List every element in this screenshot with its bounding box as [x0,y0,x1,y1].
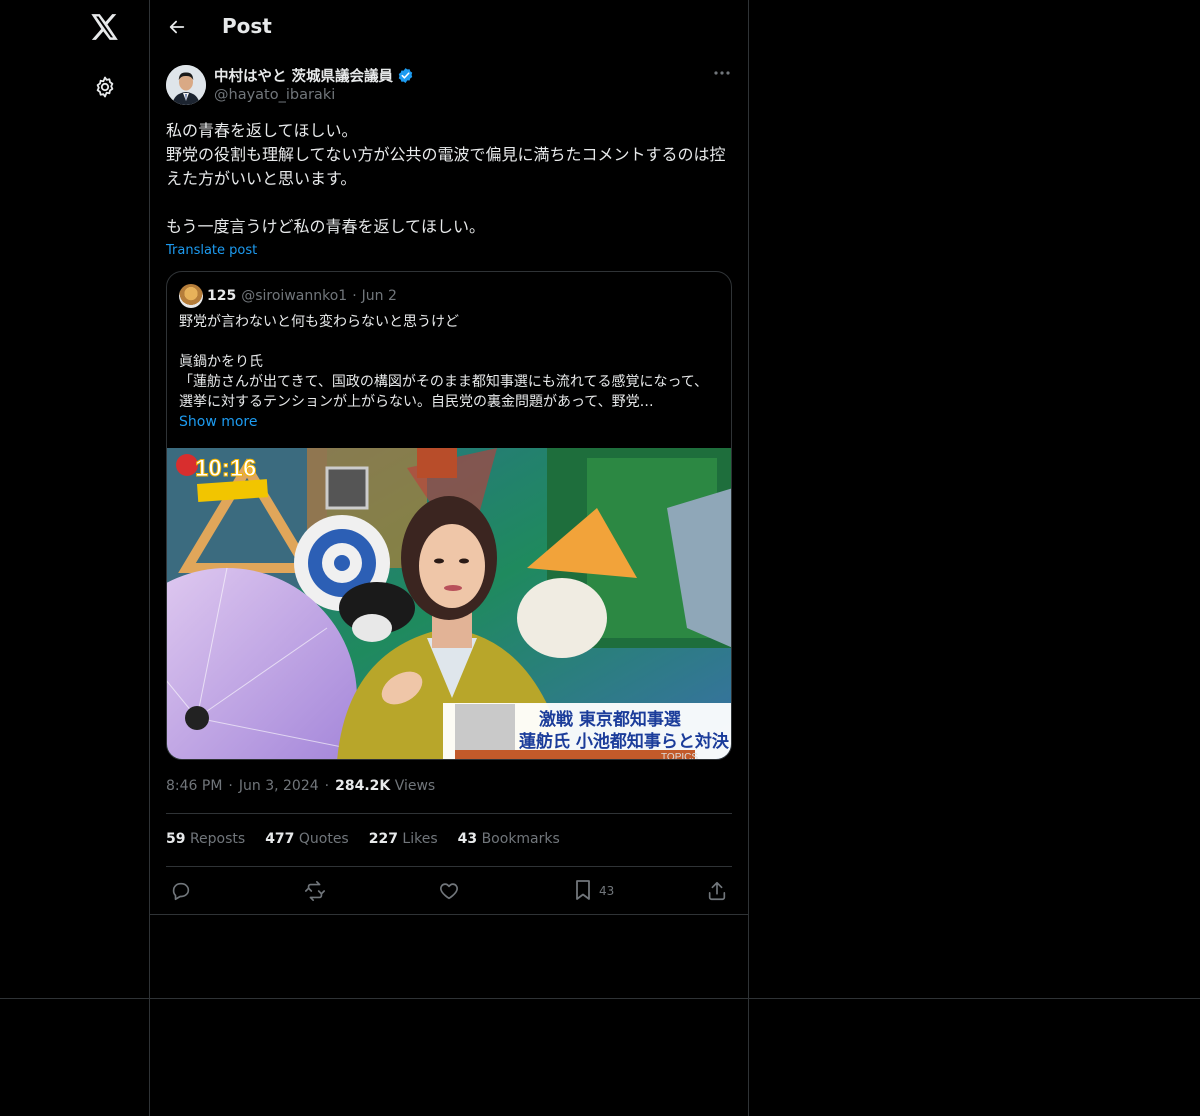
media-caption-line2: 蓮舫氏 小池都知事らと対決 [519,731,730,752]
x-logo-icon[interactable] [88,10,122,44]
show-more-link[interactable]: Show more [179,414,258,430]
reposts-count: 59 [166,831,186,847]
quoted-date[interactable]: Jun 2 [362,288,397,304]
views-count: 284.2K [335,778,391,794]
reposts-label: Reposts [189,831,246,847]
repost-icon[interactable] [303,878,327,904]
views: 284.2K Views [335,778,435,794]
share-icon[interactable] [706,878,728,904]
divider [166,866,732,867]
meta-separator: · [228,778,233,794]
quoted-media-image[interactable]: 10:16 激戦 東京都知事選 蓮舫氏 小池都知事らと対決 TOPICS [167,448,731,760]
left-nav [0,0,150,1116]
avatar[interactable] [166,65,206,105]
verified-badge-icon [397,67,414,84]
reposts-stat[interactable]: 59 Reposts [166,831,245,847]
bookmarks-stat[interactable]: 43 Bookmarks [458,831,560,847]
bottom-divider [0,998,1200,999]
quoted-avatar[interactable] [179,284,203,308]
quoted-text: 野党が言わないと何も変わらないと思うけど 眞鍋かをり氏 「蓮舫さんが出てきて、国… [179,314,709,410]
page-header: Post [150,0,748,54]
media-caption-line1: 激戦 東京都知事選 [539,709,681,730]
bookmarks-count: 43 [457,831,478,847]
media-corner-text: TOPICS [661,752,698,760]
bookmark-count: 43 [599,884,615,898]
back-arrow-icon[interactable] [164,14,190,40]
quoted-author-name[interactable]: 125 [207,288,236,304]
likes-label: Likes [402,831,438,847]
author-name[interactable]: 中村はやと 茨城県議会議員 [214,65,414,86]
quotes-stat[interactable]: 477 Quotes [265,831,349,847]
quoted-header: 125 @siroiwannko1 · Jun 2 [207,288,397,304]
bookmark-icon [573,879,593,904]
left-divider [149,0,150,1116]
quoted-author-handle[interactable]: @siroiwannko1 [241,288,347,304]
media-clock-text: 10:16 [195,455,256,482]
more-icon[interactable] [710,64,734,86]
app-root: Post 中村はやと 茨城県議会議員 @hayato_ibaraki 私の青春を… [0,0,1200,1116]
quotes-label: Quotes [298,831,349,847]
post-time[interactable]: 8:46 PM [166,778,222,794]
post-meta: 8:46 PM · Jun 3, 2024 · 284.2K Views [166,778,435,794]
like-icon[interactable] [438,878,460,904]
post-date[interactable]: Jun 3, 2024 [239,778,319,794]
author-handle[interactable]: @hayato_ibaraki [214,87,335,103]
translate-post-link[interactable]: Translate post [166,243,257,258]
post-bottom-border [150,914,748,915]
post-text: 私の青春を返してほしい。 野党の役割も理解してない方が公共の電波で偏見に満ちたコ… [166,121,726,236]
action-bar: 43 [166,878,732,904]
likes-stat[interactable]: 227 Likes [369,831,438,847]
quoted-post[interactable]: 125 @siroiwannko1 · Jun 2 野党が言わないと何も変わらな… [166,271,732,760]
quoted-separator: · [352,288,357,304]
bookmarks-label: Bookmarks [481,831,560,847]
divider [166,813,732,814]
bookmark-button[interactable]: 43 [573,878,614,904]
settings-icon[interactable] [90,72,120,102]
page-title: Post [222,14,272,38]
quotes-count: 477 [265,831,295,847]
views-label: Views [394,778,436,794]
likes-count: 227 [368,831,398,847]
meta-separator: · [324,778,330,794]
right-divider [748,0,749,1116]
engagement-stats: 59 Reposts 477 Quotes 227 Likes 43 Bookm… [166,831,560,847]
author-name-text: 中村はやと 茨城県議会議員 [214,69,394,85]
reply-icon[interactable] [170,878,192,904]
